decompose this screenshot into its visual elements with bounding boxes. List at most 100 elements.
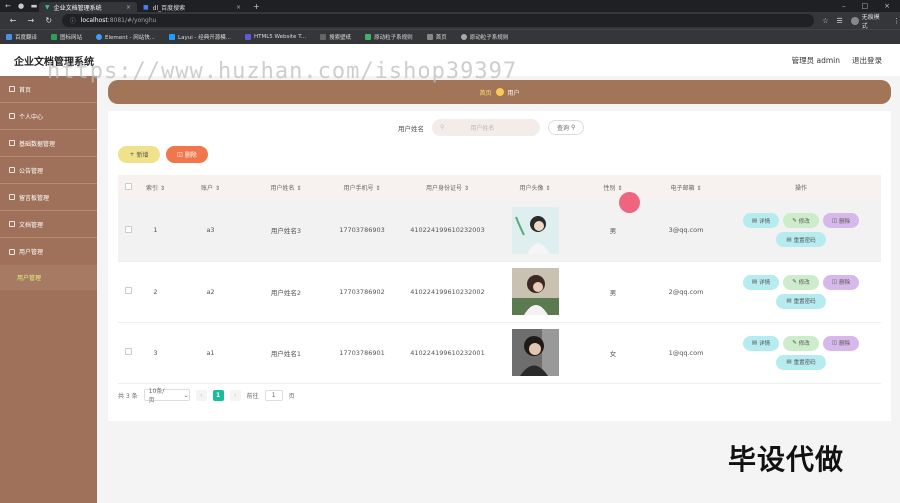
bookmark-item[interactable]: 百度翻译 xyxy=(6,33,37,41)
column-header[interactable]: 用户姓名 ⇕ xyxy=(248,175,324,200)
user-avatar-image[interactable] xyxy=(511,329,559,376)
edit-button[interactable]: ✎ 修改 xyxy=(783,274,819,290)
search-icon: ⚲ xyxy=(440,124,445,131)
address-bar: ← → ↻ ⓘ localhost:8081/#/yonghu ☆ ☰ 无痕模式… xyxy=(0,12,900,30)
info-icon: ⓘ xyxy=(69,18,76,25)
back-tabs-icon[interactable]: ← xyxy=(3,2,13,10)
row-checkbox[interactable] xyxy=(124,225,132,233)
bookmark-item[interactable]: 原动粒子系规则 xyxy=(365,33,413,41)
sidebar-item-users[interactable]: 用户管理 xyxy=(0,238,97,265)
column-header[interactable]: 电子邮箱 ⇕ xyxy=(651,175,721,200)
edit-icon: ✎ xyxy=(792,279,797,285)
url-input[interactable]: ⓘ localhost:8081/#/yonghu xyxy=(61,14,815,27)
bookmark-item[interactable]: Layui - 经典开源模... xyxy=(169,33,231,41)
sidebar-item-notices[interactable]: 公告管理 xyxy=(0,157,97,184)
detail-button[interactable]: ▤ 详情 xyxy=(743,335,779,351)
trash-icon: ◫ xyxy=(177,151,183,158)
bookmark-item[interactable]: 搜索壁纸 xyxy=(320,33,351,41)
breadcrumb-home[interactable]: 首页 xyxy=(479,88,491,97)
back-icon[interactable]: ← xyxy=(8,16,18,25)
bookmark-item[interactable]: 首页 xyxy=(426,33,447,41)
column-header[interactable]: 用户头像 ⇕ xyxy=(495,175,575,200)
baidu-icon: ■ xyxy=(143,3,149,11)
delete-button[interactable]: ◫ 删除 xyxy=(823,213,859,229)
star-icon[interactable]: ☆ xyxy=(822,17,828,25)
user-avatar-image[interactable] xyxy=(511,206,559,254)
search-icon: ⚲ xyxy=(571,124,576,131)
delete-button[interactable]: ◫ 删除 xyxy=(823,335,859,351)
user-table: 索引 ⇕ 账户 ⇕ 用户姓名 ⇕ 用户手机号 ⇕ 用户身份证号 ⇕ 用户头像 ⇕… xyxy=(118,175,881,384)
sidebar-subitem-user-management[interactable]: 用户管理 xyxy=(0,265,97,290)
column-header[interactable]: 账户 ⇕ xyxy=(173,175,248,200)
search-input[interactable]: ⚲ 用户姓名 xyxy=(432,119,540,136)
breadcrumb-current: 用户 xyxy=(507,89,520,97)
edit-button[interactable]: ✎ 修改 xyxy=(783,213,819,229)
sidebar: 首页 个人中心 基础数据管理 公告管理 留言板管理 文档管理 用户管理 用户管理 xyxy=(0,76,97,503)
maximize-icon[interactable]: □ xyxy=(862,2,869,10)
github-icon[interactable]: ● xyxy=(16,2,26,10)
close-icon[interactable]: × xyxy=(236,4,241,11)
detail-button[interactable]: ▤ 详情 xyxy=(743,274,779,290)
window-icon[interactable]: ▬ xyxy=(29,2,39,10)
batch-delete-button[interactable]: ◫ 删除 xyxy=(166,146,208,163)
sidebar-item-messages[interactable]: 留言板管理 xyxy=(0,184,97,211)
plus-icon: + xyxy=(129,151,135,158)
delete-button[interactable]: ◫ 删除 xyxy=(823,274,859,290)
reset-password-button[interactable]: ▤ 重置密码 xyxy=(776,354,826,370)
row-checkbox[interactable] xyxy=(124,348,132,355)
browser-tab[interactable]: ■ dl_百度搜索 × xyxy=(137,2,247,12)
table-row: 2 a2 用户姓名2 17703786902 41022419961023200… xyxy=(118,261,881,323)
page-size-select[interactable]: 10条/页 ⌄ xyxy=(143,388,190,404)
user-avatar-image[interactable] xyxy=(511,268,559,315)
trash-icon: ◫ xyxy=(831,279,838,285)
detail-icon: ▤ xyxy=(751,279,758,285)
bookmark-item[interactable]: 图标网站 xyxy=(51,33,82,41)
logout-link[interactable]: 退出登录 xyxy=(852,55,882,66)
minimize-icon[interactable]: – xyxy=(842,2,846,10)
close-window-icon[interactable]: × xyxy=(884,2,890,10)
detail-button[interactable]: ▤ 详情 xyxy=(743,213,779,229)
column-header[interactable]: 用户身份证号 ⇕ xyxy=(400,175,495,200)
column-header[interactable]: 用户手机号 ⇕ xyxy=(324,175,400,200)
edit-icon: ✎ xyxy=(792,217,797,224)
edit-icon: ✎ xyxy=(792,340,797,346)
reset-password-button[interactable]: ▤ 重置密码 xyxy=(776,293,826,309)
user-icon xyxy=(9,113,15,119)
menu-icon[interactable]: ⋮ xyxy=(893,17,900,25)
bookmark-item[interactable]: HTML5 Website T... xyxy=(244,34,306,40)
sidebar-item-profile[interactable]: 个人中心 xyxy=(0,103,97,130)
select-all-checkbox[interactable] xyxy=(124,183,132,190)
key-icon: ▤ xyxy=(786,236,792,243)
profile-avatar[interactable]: 无痕模式 xyxy=(850,12,885,30)
search-button[interactable]: 查询 ⚲ xyxy=(548,120,585,135)
breadcrumb-separator-icon xyxy=(495,88,504,96)
reset-password-button[interactable]: ▤ 重置密码 xyxy=(776,232,826,248)
reload-icon[interactable]: ↻ xyxy=(44,16,54,25)
close-icon[interactable]: × xyxy=(126,4,131,11)
browser-tab-active[interactable]: ▼ 企业文档管理系统 × xyxy=(39,2,137,12)
column-header[interactable]: 性别 ⇕ xyxy=(575,175,651,200)
column-header[interactable]: 索引 ⇕ xyxy=(138,175,173,200)
user-list-card: 用户姓名 ⚲ 用户姓名 查询 ⚲ + 新增 ◫ 删除 索引 ⇕ 账户 ⇕ 用户姓名 ⇕… xyxy=(108,111,891,421)
bookmark-item[interactable]: 原动粒子系规则 xyxy=(460,33,508,41)
add-button[interactable]: + 新增 xyxy=(118,146,160,163)
new-tab-button[interactable]: + xyxy=(253,2,260,11)
browser-tab-bar: ← ● ▬ ▼ 企业文档管理系统 × ■ dl_百度搜索 × + – □ × xyxy=(0,0,900,12)
detail-icon: ▤ xyxy=(751,217,758,224)
goto-page-input[interactable]: 1 xyxy=(264,389,283,401)
table-header-row: 索引 ⇕ 账户 ⇕ 用户姓名 ⇕ 用户手机号 ⇕ 用户身份证号 ⇕ 用户头像 ⇕… xyxy=(118,175,881,200)
row-checkbox[interactable] xyxy=(124,287,132,294)
bookmark-item[interactable]: Element - 网站快... xyxy=(96,33,155,41)
prev-page-button[interactable]: ‹ xyxy=(195,389,207,401)
admin-label: 管理员 admin xyxy=(791,55,840,65)
home-icon xyxy=(9,86,15,92)
page-number[interactable]: 1 xyxy=(212,389,224,401)
forward-icon[interactable]: → xyxy=(26,16,36,25)
next-page-button[interactable]: › xyxy=(229,389,241,401)
edit-button[interactable]: ✎ 修改 xyxy=(783,335,819,351)
sidebar-item-basic-data[interactable]: 基础数据管理 xyxy=(0,130,97,157)
extension-icon[interactable]: ☰ xyxy=(837,17,843,25)
promo-text: 毕设代做 xyxy=(728,443,845,476)
sidebar-item-documents[interactable]: 文档管理 xyxy=(0,211,97,238)
notice-icon xyxy=(9,167,15,173)
